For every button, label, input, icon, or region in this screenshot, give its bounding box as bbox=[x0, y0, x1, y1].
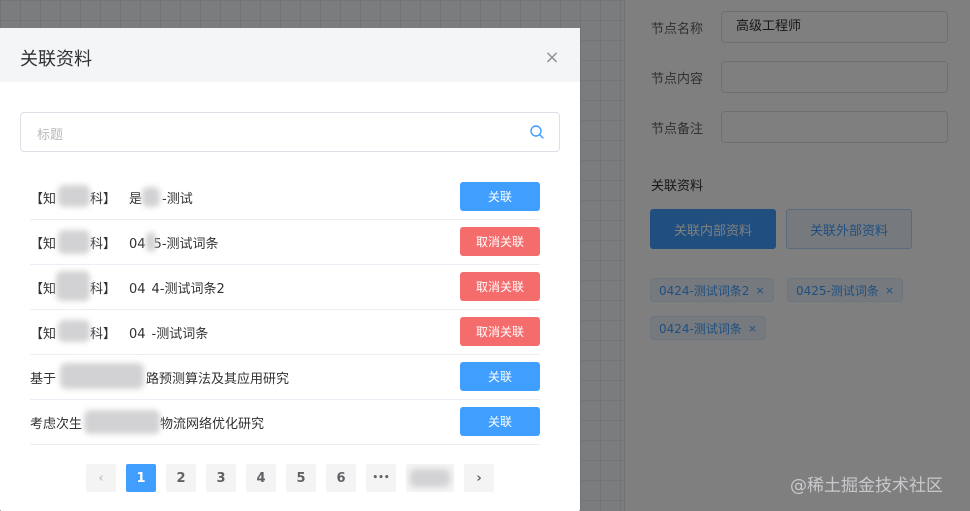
more-pages-button[interactable]: ••• bbox=[366, 464, 396, 492]
item-title: 04 4-测试词条2 bbox=[129, 282, 225, 297]
redacted-area bbox=[58, 185, 90, 207]
watermark: @稀土掘金技术社区 bbox=[790, 476, 943, 496]
dialog-title: 关联资料 bbox=[20, 49, 92, 70]
materials-list: 【知 科】 是 -测试 关联 【知 科】 04 5-测试词条 取消关联 【知 科】 04 4… bbox=[30, 175, 540, 445]
page-button-5[interactable]: 5 bbox=[286, 464, 316, 492]
list-item: 【知 科】 04 -测试词条 取消关联 bbox=[30, 310, 540, 355]
redacted-area bbox=[60, 363, 144, 389]
list-item: 【知 科】 是 -测试 关联 bbox=[30, 175, 540, 220]
item-title: 是 -测试 bbox=[129, 192, 193, 207]
unlink-button[interactable]: 取消关联 bbox=[460, 227, 540, 256]
redacted-area bbox=[410, 469, 450, 487]
list-item: 【知 科】 04 5-测试词条 取消关联 bbox=[30, 220, 540, 265]
search-placeholder: 标题 bbox=[37, 128, 64, 143]
page-button-3[interactable]: 3 bbox=[206, 464, 236, 492]
prev-page-button[interactable]: ‹ bbox=[86, 464, 116, 492]
redacted-area bbox=[84, 410, 160, 434]
page-button-1[interactable]: 1 bbox=[126, 464, 156, 492]
item-title: 04 5-测试词条 bbox=[129, 237, 219, 252]
redacted-area bbox=[58, 320, 90, 342]
redacted-area bbox=[146, 232, 156, 252]
redacted-area bbox=[58, 230, 90, 254]
link-button[interactable]: 关联 bbox=[460, 362, 540, 391]
item-title: 04 -测试词条 bbox=[129, 327, 209, 342]
list-item: 基于 路预测算法及其应用研究 关联 bbox=[30, 355, 540, 400]
redacted-area bbox=[56, 271, 90, 301]
page-button-4[interactable]: 4 bbox=[246, 464, 276, 492]
related-materials-dialog: 关联资料 × 标题 【知 科】 是 -测试 关联 【知 科】 04 5-测试词条 取消关… bbox=[0, 28, 580, 511]
list-item: 考虑次生 物流网络优化研究 关联 bbox=[30, 400, 540, 445]
search-input[interactable]: 标题 bbox=[20, 112, 560, 152]
last-page-button[interactable] bbox=[406, 464, 454, 492]
redacted-area bbox=[142, 187, 160, 207]
next-page-button[interactable]: › bbox=[464, 464, 494, 492]
unlink-button[interactable]: 取消关联 bbox=[460, 272, 540, 301]
page-button-6[interactable]: 6 bbox=[326, 464, 356, 492]
close-icon[interactable]: × bbox=[542, 48, 562, 68]
list-item: 【知 科】 04 4-测试词条2 取消关联 bbox=[30, 265, 540, 310]
dialog-header: 关联资料 × bbox=[0, 28, 580, 82]
link-button[interactable]: 关联 bbox=[460, 182, 540, 211]
search-icon[interactable] bbox=[529, 124, 545, 140]
link-button[interactable]: 关联 bbox=[460, 407, 540, 436]
page-button-2[interactable]: 2 bbox=[166, 464, 196, 492]
unlink-button[interactable]: 取消关联 bbox=[460, 317, 540, 346]
